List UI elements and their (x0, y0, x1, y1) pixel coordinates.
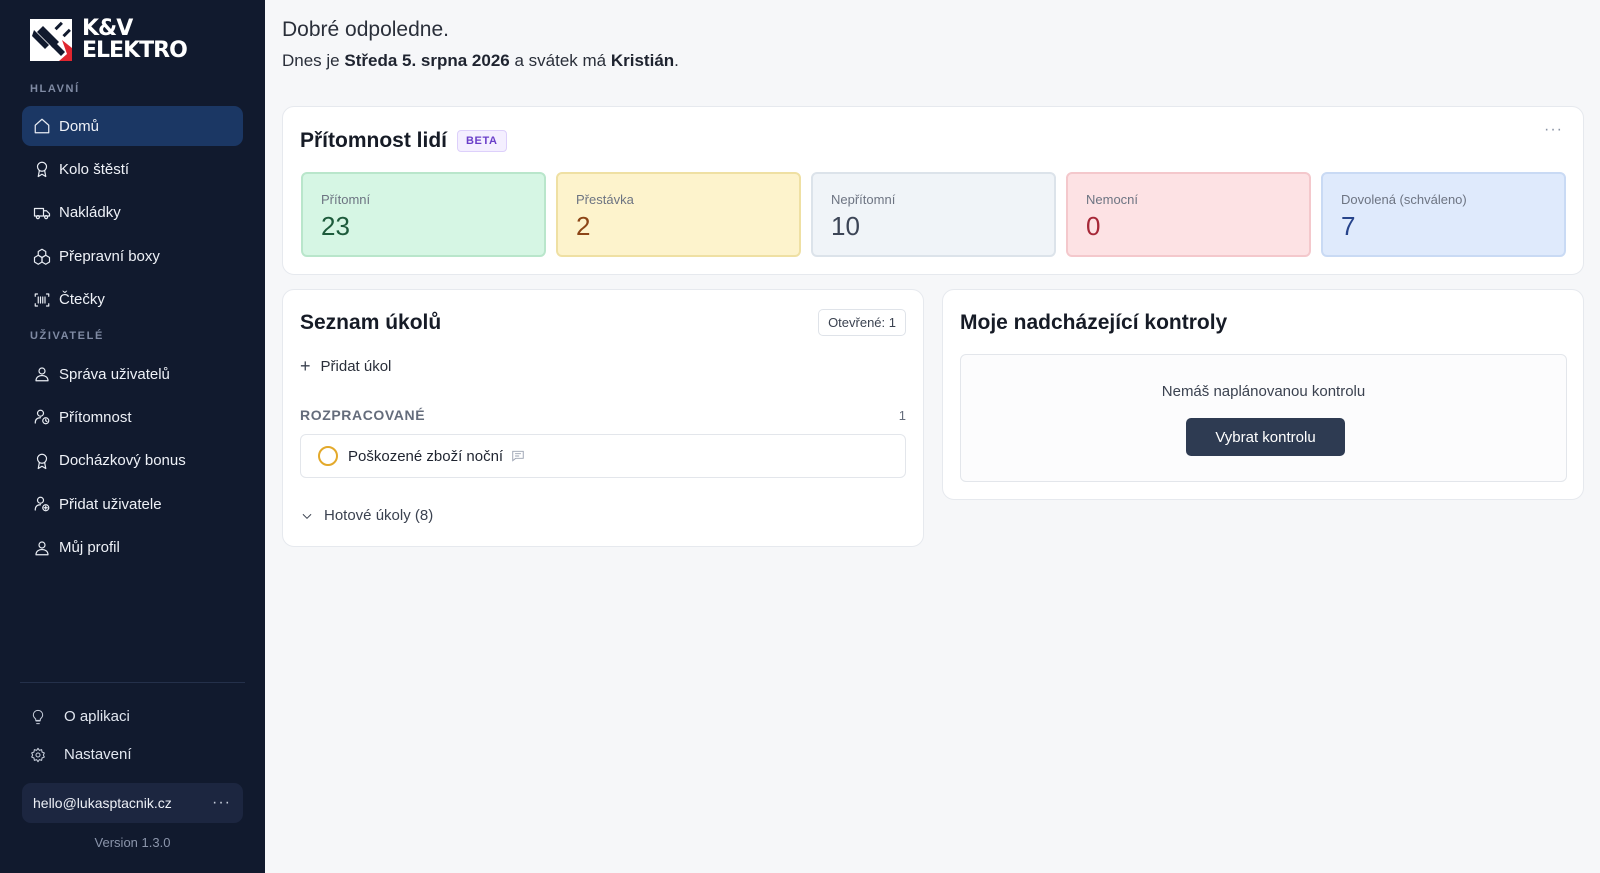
task-item[interactable]: Poškozené zboží noční (300, 434, 906, 478)
stat-label: Přestávka (576, 192, 634, 207)
brand-line-2: ELEKTRO (82, 38, 188, 63)
sidebar-item-label: O aplikaci (64, 708, 130, 725)
sidebar-item-label: Nastavení (64, 746, 132, 763)
task-label: Poškozené zboží noční (348, 447, 504, 465)
user-email: hello@lukasptacnik.cz (33, 795, 172, 811)
attendance-card: Přítomnost lidí BETA ··· Přítomní 23 Pře… (282, 106, 1584, 275)
plus-icon: + (300, 356, 311, 376)
stat-sick[interactable]: Nemocní 0 (1066, 172, 1311, 257)
comment-icon (512, 450, 524, 462)
current-date: Středa 5. srpna 2026 (344, 51, 510, 70)
name-day: Kristián (610, 51, 675, 70)
select-control-button[interactable]: Vybrat kontrolu (1186, 418, 1345, 456)
sidebar-item-label: Domů (59, 117, 100, 135)
gear-icon (30, 747, 46, 763)
more-icon[interactable]: ··· (212, 794, 231, 812)
brand-logo[interactable]: K&V ELEKTRO (29, 16, 188, 63)
sidebar-item-attendance[interactable]: Přítomnost (22, 397, 243, 437)
user-clock-icon (33, 408, 51, 426)
done-tasks-label: Hotové úkoly (8) (324, 507, 434, 524)
boxes-icon (33, 247, 51, 266)
tasks-card: Seznam úkolů Otevřené: 1 + Přidat úkol R… (282, 289, 924, 547)
chevron-down-icon (302, 513, 312, 519)
controls-title: Moje nadcházející kontroly (960, 311, 1228, 334)
sidebar-item-label: Docházkový bonus (59, 452, 186, 470)
stat-value: 0 (1086, 211, 1101, 241)
sidebar-item-label: Přepravní boxy (59, 247, 160, 265)
sidebar-item-loadings[interactable]: Nakládky (22, 193, 243, 233)
stat-label: Nemocní (1086, 192, 1139, 207)
sidebar-item-my-profile[interactable]: Můj profil (22, 528, 243, 568)
sidebar-item-label: Čtečky (59, 291, 105, 309)
sidebar-item-label: Kolo štěstí (59, 160, 130, 178)
sidebar-item-label: Přítomnost (59, 408, 132, 426)
users-nav: Správa uživatelů Přítomnost Docházkový b… (22, 354, 243, 571)
name-day-prefix: a svátek má (509, 51, 611, 70)
stat-vacation[interactable]: Dovolená (schváleno) 7 (1321, 172, 1566, 257)
stat-value: 7 (1341, 211, 1356, 241)
lightbulb-icon (30, 709, 46, 725)
sidebar-item-label: Můj profil (59, 539, 120, 557)
date-suffix: . (674, 51, 679, 70)
stat-value: 2 (576, 211, 591, 241)
date-line: Dnes je Středa 5. srpna 2026 a svátek má… (282, 51, 679, 71)
sidebar-divider (20, 682, 245, 683)
tasks-title: Seznam úkolů (300, 311, 442, 334)
plug-logo-icon (30, 19, 72, 61)
sidebar-item-scanners[interactable]: Čtečky (22, 280, 243, 320)
stat-break[interactable]: Přestávka 2 (556, 172, 801, 257)
stat-present[interactable]: Přítomní 23 (301, 172, 546, 257)
upcoming-controls-card: Moje nadcházející kontroly Nemáš napláno… (942, 289, 1584, 500)
empty-state: Nemáš naplánovanou kontrolu Vybrat kontr… (960, 354, 1567, 482)
task-group-label: ROZPRACOVANÉ (300, 407, 426, 423)
stat-label: Přítomní (321, 192, 371, 207)
brand-line-1: K&V (82, 16, 133, 41)
sidebar-item-add-user[interactable]: Přidat uživatele (22, 484, 243, 524)
open-count-badge: Otevřené: 1 (818, 309, 906, 336)
sidebar-item-label: Správa uživatelů (59, 365, 170, 383)
award-icon (33, 452, 51, 470)
sidebar-item-label: Přidat uživatele (59, 495, 162, 513)
sidebar-item-attendance-bonus[interactable]: Docházkový bonus (22, 441, 243, 481)
section-label-users: UŽIVATELÉ (30, 330, 104, 342)
award-icon (33, 160, 51, 178)
stat-value: 23 (321, 211, 350, 241)
user-plus-icon (33, 495, 51, 513)
beta-badge: BETA (457, 130, 507, 152)
attendance-header: Přítomnost lidí BETA (300, 129, 507, 153)
add-task-button[interactable]: + Přidat úkol (300, 356, 391, 377)
date-prefix: Dnes je (282, 51, 345, 70)
sidebar: K&V ELEKTRO HLAVNÍ Domů Kolo štěstí Nakl… (0, 0, 265, 873)
sidebar-item-about[interactable]: O aplikaci (30, 708, 130, 725)
app-version: Version 1.3.0 (94, 835, 171, 850)
task-status-circle-icon[interactable] (318, 446, 338, 466)
stat-label: Dovolená (schváleno) (1341, 192, 1467, 207)
add-task-label: Přidat úkol (320, 358, 392, 375)
empty-state-text: Nemáš naplánovanou kontrolu (1161, 383, 1366, 400)
section-label-main: HLAVNÍ (30, 83, 80, 95)
main-nav: Domů Kolo štěstí Nakládky Přepravní boxy… (22, 106, 243, 323)
sidebar-item-label: Nakládky (59, 204, 121, 222)
done-tasks-toggle[interactable]: Hotové úkoly (8) (300, 507, 433, 524)
user-icon (33, 539, 51, 557)
greeting: Dobré odpoledne. (282, 18, 449, 41)
sidebar-item-wheel-of-fortune[interactable]: Kolo štěstí (22, 149, 243, 189)
truck-icon (33, 204, 51, 222)
stat-value: 10 (831, 211, 860, 241)
task-group-count: 1 (898, 408, 906, 423)
attendance-title: Přítomnost lidí (300, 129, 447, 152)
user-icon (33, 365, 51, 383)
home-icon (33, 117, 51, 135)
sidebar-item-home[interactable]: Domů (22, 106, 243, 146)
barcode-scanner-icon (33, 291, 51, 309)
sidebar-item-settings[interactable]: Nastavení (30, 746, 132, 763)
brand-name: K&V ELEKTRO (82, 16, 188, 63)
attendance-stats: Přítomní 23 Přestávka 2 Nepřítomní 10 Ne… (301, 172, 1566, 257)
sidebar-item-user-management[interactable]: Správa uživatelů (22, 354, 243, 394)
stat-absent[interactable]: Nepřítomní 10 (811, 172, 1056, 257)
stat-label: Nepřítomní (831, 192, 896, 207)
account-menu[interactable]: hello@lukasptacnik.cz ··· (22, 783, 243, 823)
sidebar-item-transport-boxes[interactable]: Přepravní boxy (22, 236, 243, 276)
more-icon[interactable]: ··· (1544, 121, 1563, 139)
